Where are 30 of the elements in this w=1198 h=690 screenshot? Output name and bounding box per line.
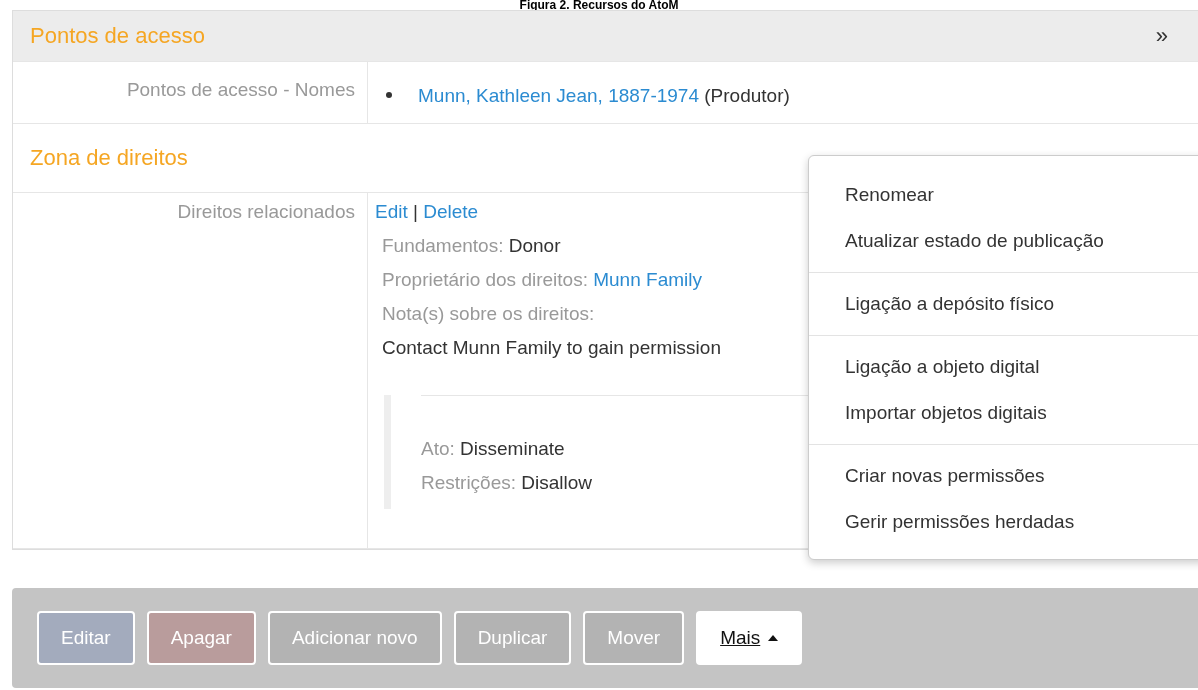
action-link[interactable]: Delete	[423, 201, 479, 222]
menu-item[interactable]: Atualizar estado de publicação	[809, 218, 1198, 264]
menu-item[interactable]: Gerir permissões herdadas	[809, 499, 1198, 545]
menu-item[interactable]: Ligação a depósito físico	[809, 281, 1198, 327]
separator-text: |	[412, 201, 419, 222]
field-label: Proprietário dos direitos:	[382, 269, 588, 290]
action-link[interactable]: Edit	[375, 201, 408, 222]
field-label: Restrições:	[421, 472, 517, 493]
bullet-icon	[386, 92, 392, 98]
field-label: Nota(s) sobre os direitos:	[382, 303, 595, 324]
field-value: Disseminate	[460, 438, 565, 459]
field-label: Pontos de acesso - Nomes	[126, 79, 355, 100]
section-title: Pontos de acesso	[30, 23, 205, 49]
section-title: Zona de direitos	[30, 145, 188, 171]
field-value: Disallow	[521, 472, 593, 493]
name-link[interactable]: Munn, Kathleen Jean, 1887-1974	[418, 85, 699, 106]
role-text: (Produtor)	[704, 85, 790, 106]
owner-link[interactable]: Munn Family	[593, 269, 702, 290]
collapse-toggle[interactable]: »	[1155, 23, 1168, 49]
field-value: Donor	[508, 235, 561, 256]
field-label: Direitos relacionados	[177, 201, 355, 222]
more-button[interactable]: Mais	[696, 611, 803, 665]
menu-item[interactable]: Renomear	[809, 172, 1198, 218]
menu-item[interactable]: Criar novas permissões	[809, 453, 1198, 499]
menu-item[interactable]: Ligação a objeto digital	[809, 344, 1198, 390]
caret-up-icon	[768, 635, 779, 641]
field-label: Fundamentos:	[382, 235, 504, 256]
rights-note: Contact Munn Family to gain permission	[382, 336, 722, 360]
menu-item[interactable]: Importar objetos digitais	[809, 390, 1198, 436]
field-label: Ato:	[421, 438, 455, 459]
